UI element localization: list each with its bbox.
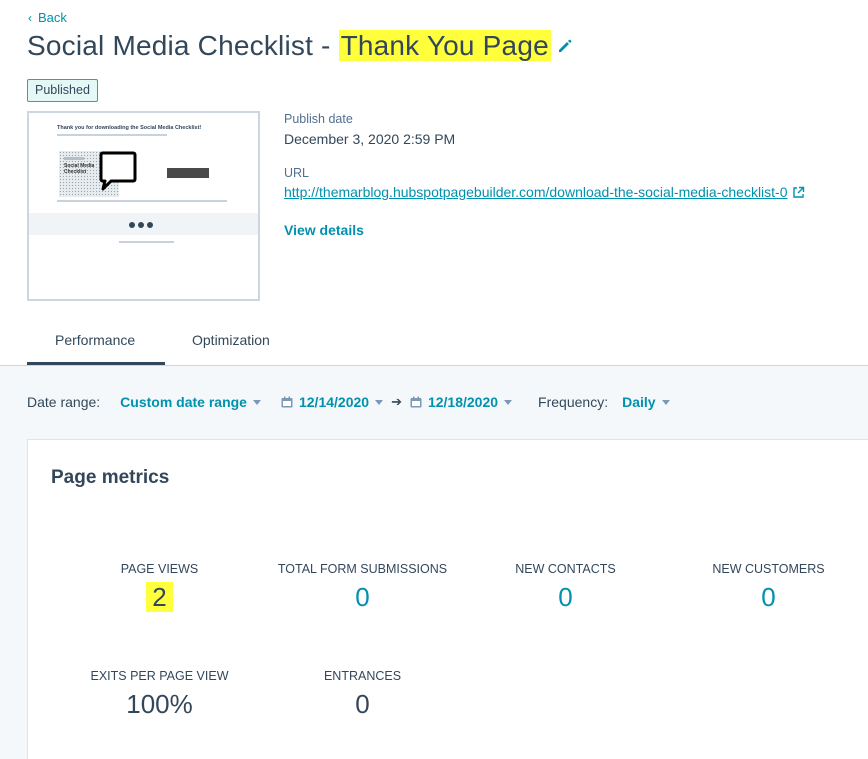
preview-image-line2: Checklist	[64, 169, 87, 175]
back-link[interactable]: ‹ Back	[28, 10, 67, 25]
date-range-value: Custom date range	[120, 394, 247, 410]
page-url-link[interactable]: http://themarblog.hubspotpagebuilder.com…	[284, 184, 805, 200]
metric-page-views: PAGE VIEWS 2	[58, 562, 261, 613]
caret-down-icon	[252, 399, 261, 405]
metric-label: NEW CUSTOMERS	[712, 562, 825, 576]
metric-exits-per-page-view: EXITS PER PAGE VIEW 100%	[58, 669, 261, 720]
caret-down-icon	[375, 399, 384, 405]
caret-down-icon	[504, 399, 513, 405]
metric-value[interactable]: 0	[261, 582, 464, 613]
metric-value: 0	[355, 689, 370, 719]
speech-bubble-icon	[99, 151, 137, 191]
pencil-icon[interactable]	[557, 38, 573, 54]
start-date-picker[interactable]: 12/14/2020	[281, 394, 384, 410]
view-details-link[interactable]: View details	[284, 222, 364, 238]
arrow-right-icon: ➔	[391, 394, 402, 409]
metric-label: EXITS PER PAGE VIEW	[90, 669, 229, 683]
preview-footer-line	[119, 241, 174, 243]
preview-heading: Thank you for downloading the Social Med…	[57, 125, 202, 131]
page-title: Social Media Checklist - Thank You Page	[27, 30, 551, 62]
preview-subline	[57, 134, 167, 136]
calendar-icon	[410, 396, 422, 408]
page-preview-thumbnail[interactable]: Thank you for downloading the Social Med…	[27, 111, 260, 301]
date-range-label: Date range:	[27, 394, 101, 410]
filter-row: Date range: Custom date range 12/14/2020…	[27, 394, 670, 410]
metric-label: TOTAL FORM SUBMISSIONS	[277, 562, 448, 576]
metric-new-contacts: NEW CONTACTS 0	[464, 562, 667, 613]
url-label: URL	[284, 166, 310, 180]
external-link-icon	[792, 186, 804, 198]
page-metrics-card: Page metrics PAGE VIEWS 2 TOTAL FORM SUB…	[27, 439, 868, 759]
tab-performance[interactable]: Performance	[55, 332, 135, 348]
date-range-dropdown[interactable]: Custom date range	[120, 394, 261, 410]
preview-image-text: Social Media Checklist	[64, 163, 94, 175]
publish-date-value: December 3, 2020 2:59 PM	[284, 131, 456, 147]
metric-new-customers: NEW CUSTOMERS 0	[667, 562, 868, 613]
back-label: Back	[38, 10, 67, 25]
tab-optimization[interactable]: Optimization	[192, 332, 270, 348]
caret-down-icon	[661, 399, 670, 405]
start-date-value: 12/14/2020	[298, 394, 370, 410]
frequency-label: Frequency:	[538, 394, 609, 410]
frequency-dropdown[interactable]: Daily	[622, 394, 670, 410]
metric-value: 2	[146, 582, 173, 612]
page-title-row: Social Media Checklist - Thank You Page	[27, 30, 573, 62]
status-badge: Published	[27, 79, 98, 102]
metric-value[interactable]: 0	[464, 582, 667, 613]
metric-value[interactable]: 0	[667, 582, 868, 613]
frequency-value: Daily	[622, 394, 656, 410]
publish-date-label: Publish date	[284, 112, 353, 126]
page-title-highlight: Thank You Page	[338, 30, 551, 61]
end-date-picker[interactable]: 12/18/2020	[410, 394, 513, 410]
metric-total-form-submissions: TOTAL FORM SUBMISSIONS 0	[261, 562, 464, 613]
tab-bar: Performance Optimization	[0, 318, 868, 366]
page-url-text: http://themarblog.hubspotpagebuilder.com…	[284, 184, 788, 200]
page-metrics-title: Page metrics	[51, 467, 170, 488]
active-tab-indicator	[27, 362, 165, 365]
preview-text-line	[57, 200, 227, 202]
end-date-value: 12/18/2020	[427, 394, 499, 410]
preview-social-icons	[129, 222, 153, 228]
page-title-main: Social Media Checklist -	[27, 30, 339, 61]
preview-image-tag	[64, 157, 84, 160]
metric-label: PAGE VIEWS	[120, 562, 199, 576]
chevron-left-icon: ‹	[28, 10, 32, 25]
metric-entrances: ENTRANCES 0	[261, 669, 464, 720]
calendar-icon	[281, 396, 293, 408]
metric-value: 100%	[126, 689, 193, 719]
metric-label: NEW CONTACTS	[515, 562, 616, 576]
metric-label: ENTRANCES	[323, 669, 402, 683]
preview-download-button	[167, 168, 209, 178]
